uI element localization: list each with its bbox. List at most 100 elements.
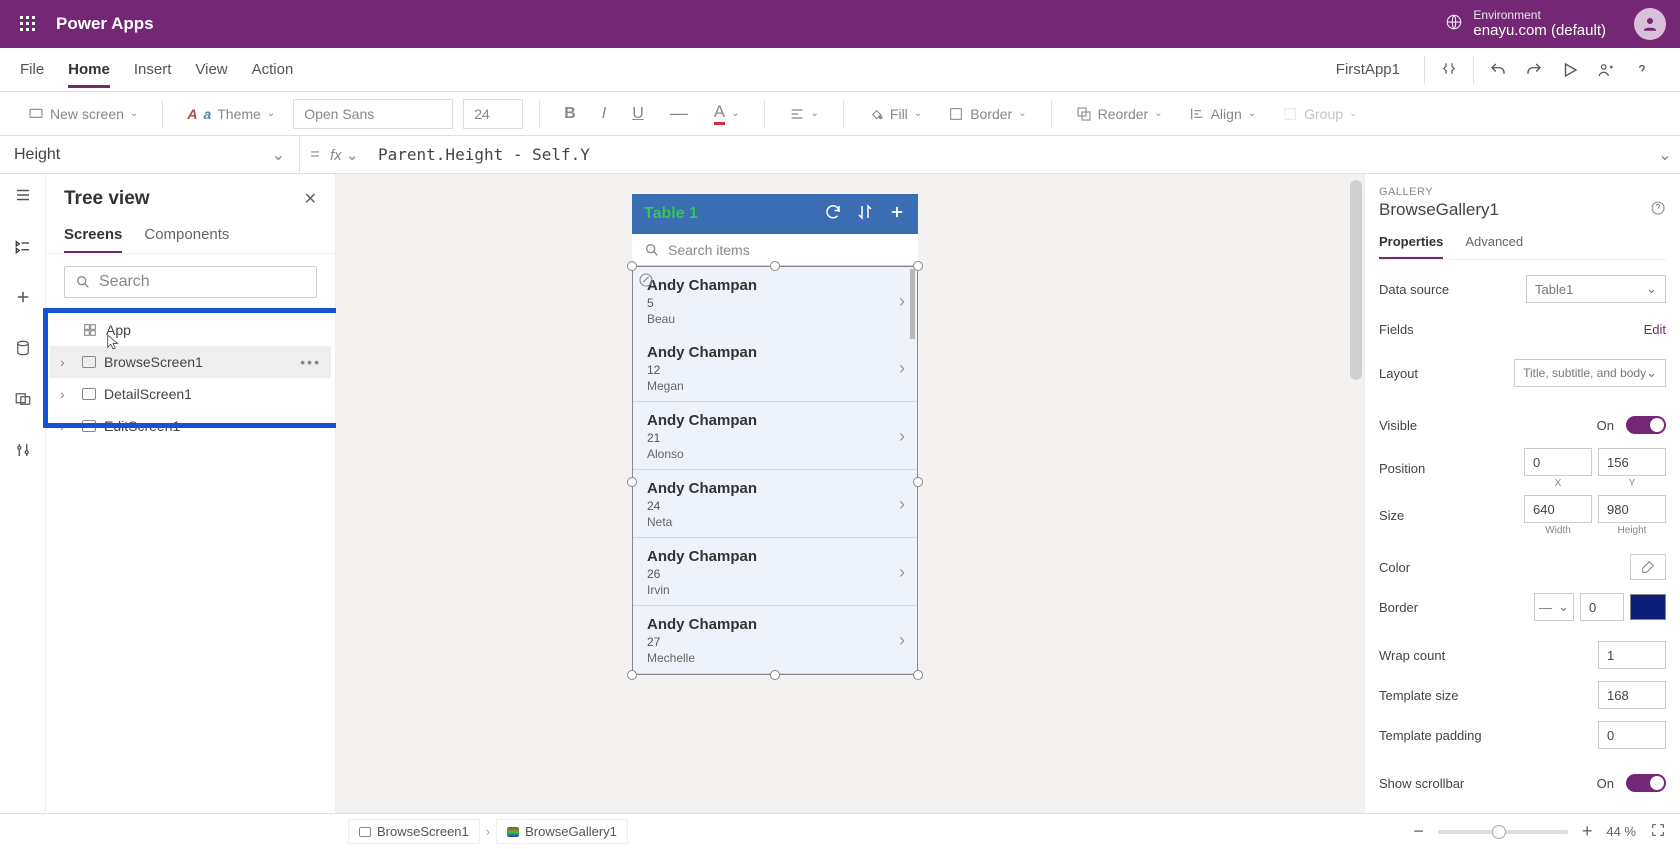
share-icon[interactable] [1588, 52, 1624, 88]
redo-icon[interactable] [1516, 52, 1552, 88]
chevron-right-icon[interactable]: › [899, 291, 905, 312]
prop-width-input[interactable]: 640 [1524, 495, 1592, 523]
formula-expand-icon[interactable]: ⌄ [1650, 145, 1680, 165]
prop-color-button[interactable] [1630, 554, 1666, 580]
tree-item-browsescreen[interactable]: › BrowseScreen1 ••• [50, 346, 331, 378]
breadcrumb-screen[interactable]: BrowseScreen1 [348, 819, 480, 844]
prop-fields-edit-link[interactable]: Edit [1644, 322, 1666, 337]
font-selector[interactable]: Open Sans [293, 99, 453, 129]
zoom-out-button[interactable]: − [1413, 821, 1424, 842]
breadcrumb-control[interactable]: BrowseGallery1 [496, 819, 628, 844]
prop-border-color-swatch[interactable] [1630, 594, 1666, 620]
selection-handle[interactable] [770, 670, 780, 680]
sort-icon[interactable] [856, 203, 874, 226]
prop-position-y-input[interactable]: 156 [1598, 448, 1666, 476]
group-button[interactable]: Group⌄ [1274, 102, 1365, 126]
align-button[interactable]: Align⌄ [1181, 102, 1265, 126]
prop-template-size-input[interactable]: 168 [1598, 681, 1666, 709]
gallery-item[interactable]: Andy Champan 12 Megan › [633, 334, 917, 402]
user-avatar[interactable] [1634, 8, 1666, 40]
theme-button[interactable]: Aa Theme⌄ [179, 102, 283, 126]
more-options-icon[interactable]: ••• [300, 354, 321, 370]
gallery-item[interactable]: Andy Champan 27 Mechelle › [633, 606, 917, 674]
gallery-item[interactable]: Andy Champan 24 Neta › [633, 470, 917, 538]
undo-icon[interactable] [1480, 52, 1516, 88]
prop-height-input[interactable]: 980 [1598, 495, 1666, 523]
fill-button[interactable]: Fill⌄ [860, 102, 930, 126]
prop-visible-toggle[interactable] [1626, 416, 1666, 434]
zoom-in-button[interactable]: + [1582, 821, 1593, 842]
prop-border-width-input[interactable]: 0 [1580, 593, 1624, 621]
menu-file[interactable]: File [20, 51, 44, 88]
prop-template-padding-input[interactable]: 0 [1598, 721, 1666, 749]
underline-button[interactable]: U [624, 101, 652, 127]
selection-handle[interactable] [913, 261, 923, 271]
gallery-item[interactable]: Andy Champan 26 Irvin › [633, 538, 917, 606]
text-align-button[interactable]: ⌄ [781, 102, 827, 126]
prop-datasource-dropdown[interactable]: Table1⌄ [1526, 275, 1666, 303]
chevron-right-icon[interactable]: › [60, 354, 74, 370]
gallery-item[interactable]: Andy Champan 21 Alonso › [633, 402, 917, 470]
advanced-tools-icon[interactable] [14, 441, 32, 464]
prop-scrollbar-toggle[interactable] [1626, 774, 1666, 792]
formula-input[interactable]: Parent.Height - Self.Y [370, 145, 1650, 164]
chevron-right-icon[interactable]: › [60, 418, 74, 434]
tree-item-editscreen[interactable]: › EditScreen1 [50, 410, 331, 442]
prop-wrap-input[interactable]: 1 [1598, 641, 1666, 669]
tab-screens[interactable]: Screens [64, 220, 122, 253]
menu-view[interactable]: View [195, 51, 227, 88]
chevron-right-icon[interactable]: › [899, 630, 905, 651]
selection-handle[interactable] [770, 261, 780, 271]
selection-handle[interactable] [627, 477, 637, 487]
new-screen-button[interactable]: New screen⌄ [20, 102, 146, 126]
tree-item-detailscreen[interactable]: › DetailScreen1 [50, 378, 331, 410]
tab-properties[interactable]: Properties [1379, 228, 1443, 259]
waffle-icon[interactable] [14, 10, 42, 38]
environment-picker[interactable]: Environment enayu.com (default) [1473, 8, 1606, 40]
reorder-button[interactable]: Reorder⌄ [1068, 102, 1171, 126]
gallery-scrollbar[interactable] [910, 269, 915, 339]
help-icon[interactable] [1624, 52, 1660, 88]
strikethrough-button[interactable]: — [662, 99, 696, 128]
media-icon[interactable] [14, 390, 32, 413]
selection-handle[interactable] [913, 670, 923, 680]
tab-components[interactable]: Components [144, 220, 229, 253]
font-color-button[interactable]: A⌄ [706, 98, 748, 129]
data-icon[interactable] [14, 339, 32, 362]
selection-handle[interactable] [627, 261, 637, 271]
prop-layout-dropdown[interactable]: Title, subtitle, and body⌄ [1514, 359, 1666, 387]
chevron-right-icon[interactable]: › [60, 386, 74, 402]
gallery-item[interactable]: Andy Champan 5 Beau › [632, 266, 918, 335]
selection-handle[interactable] [627, 670, 637, 680]
tree-search-input[interactable]: Search [64, 266, 317, 298]
prop-position-x-input[interactable]: 0 [1524, 448, 1592, 476]
tree-item-app[interactable]: App [50, 314, 331, 346]
bold-button[interactable]: B [556, 101, 584, 127]
canvas-scrollbar[interactable] [1350, 180, 1362, 380]
close-icon[interactable]: ✕ [304, 189, 317, 209]
selection-handle[interactable] [913, 477, 923, 487]
refresh-icon[interactable] [824, 203, 842, 226]
chevron-right-icon[interactable]: › [899, 494, 905, 515]
hamburger-icon[interactable] [14, 186, 32, 209]
chevron-right-icon[interactable]: › [899, 426, 905, 447]
italic-button[interactable]: I [594, 101, 614, 127]
font-size-selector[interactable]: 24 [463, 99, 523, 129]
menu-home[interactable]: Home [68, 51, 110, 88]
insert-icon[interactable] [14, 288, 32, 311]
tab-advanced[interactable]: Advanced [1465, 228, 1523, 259]
prop-border-style-dropdown[interactable]: —⌄ [1534, 593, 1574, 621]
tree-view-icon[interactable] [14, 237, 32, 260]
add-icon[interactable] [888, 203, 906, 226]
property-selector[interactable]: Height⌄ [0, 136, 300, 174]
help-icon[interactable] [1650, 200, 1666, 219]
menu-insert[interactable]: Insert [134, 51, 172, 88]
zoom-slider[interactable] [1438, 830, 1568, 834]
menu-action[interactable]: Action [252, 51, 294, 88]
border-button[interactable]: Border⌄ [940, 102, 1034, 126]
browse-gallery[interactable]: Andy Champan 5 Beau › Andy Champan 12 Me… [632, 266, 918, 675]
chevron-right-icon[interactable]: › [899, 358, 905, 379]
app-checker-icon[interactable] [1431, 52, 1467, 88]
play-icon[interactable] [1552, 52, 1588, 88]
fit-to-screen-icon[interactable] [1650, 822, 1666, 841]
